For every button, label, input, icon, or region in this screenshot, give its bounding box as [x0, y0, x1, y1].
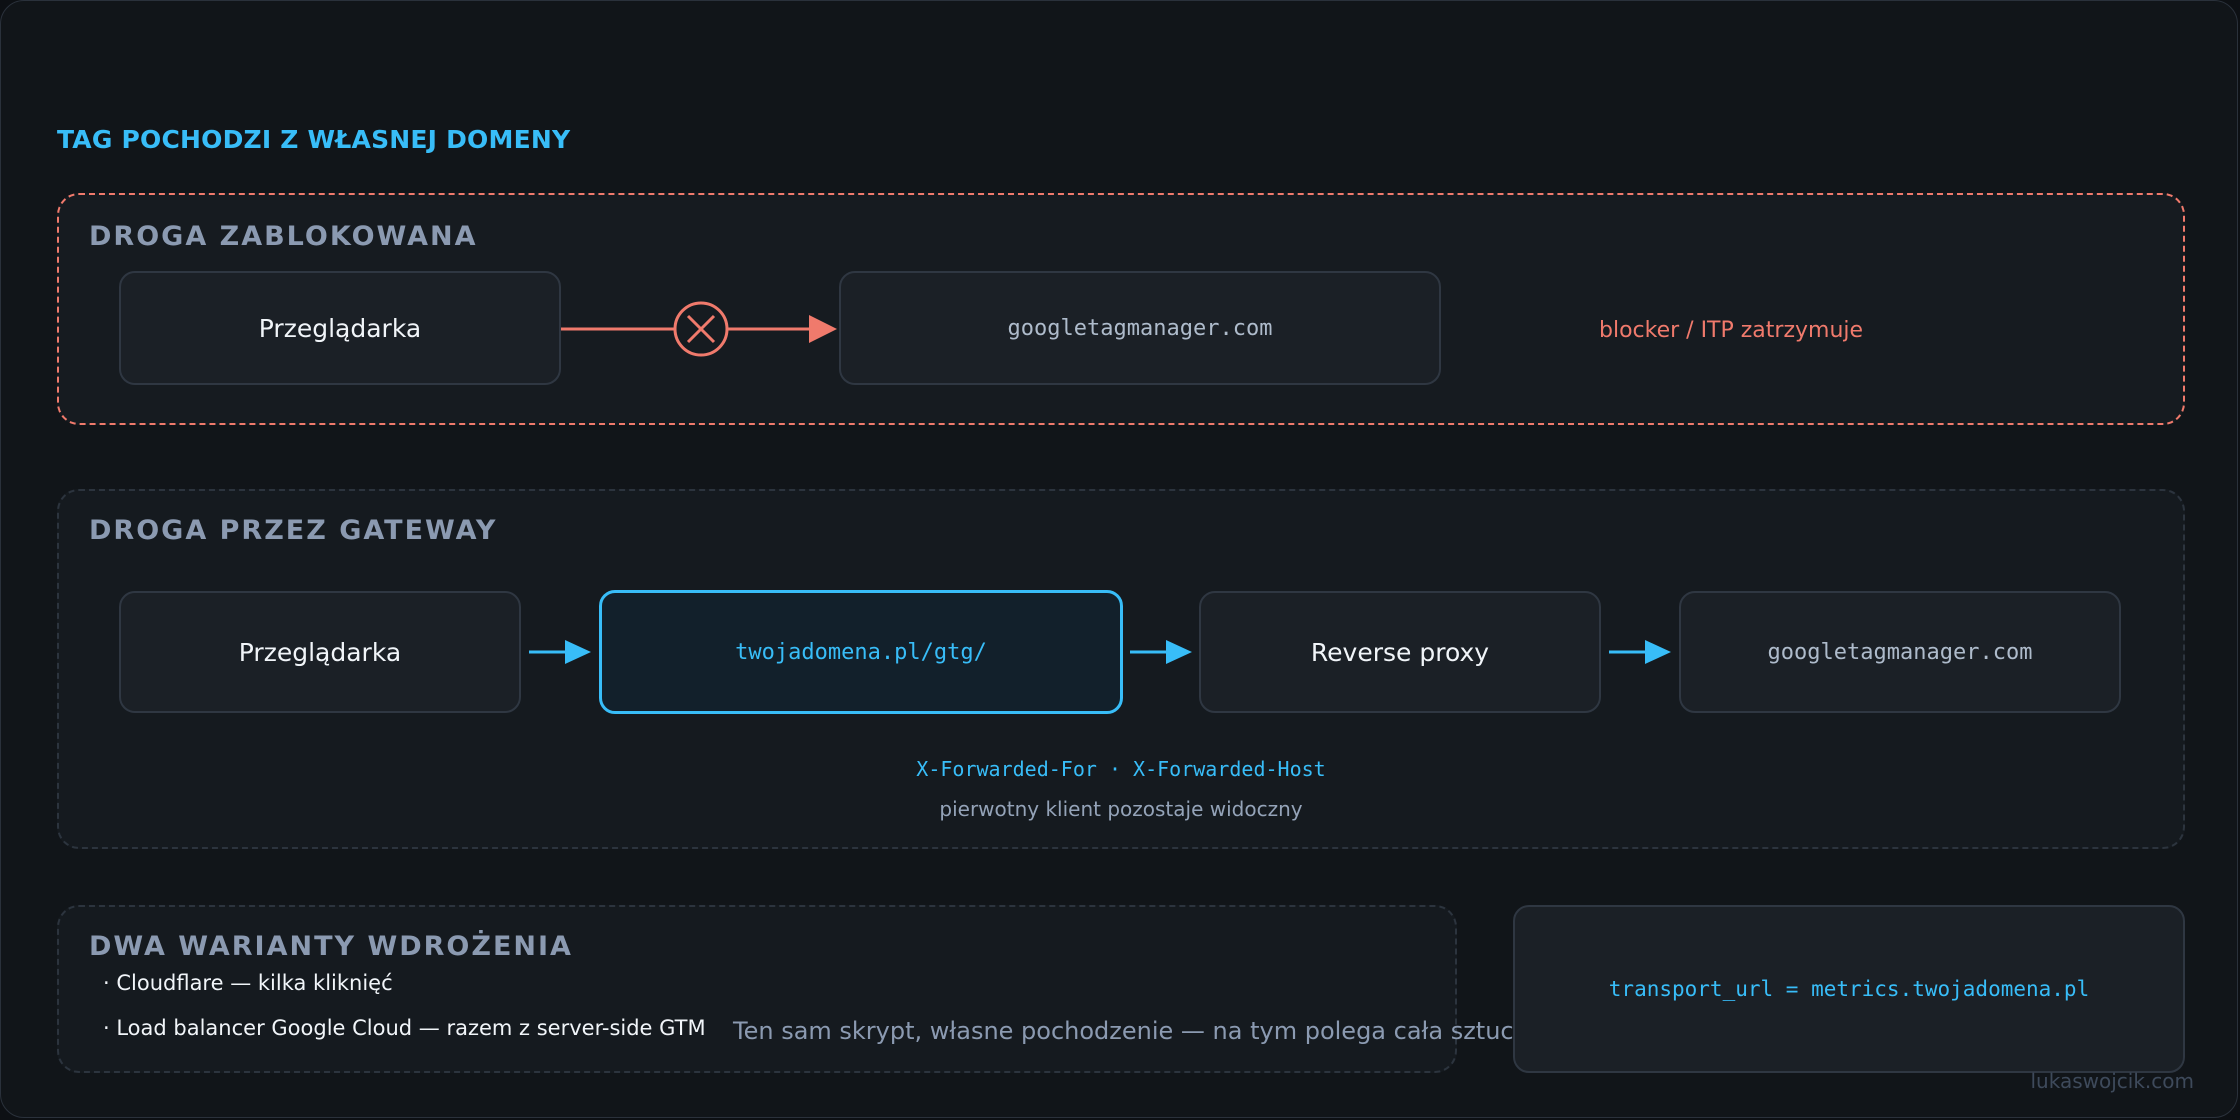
- transport-url-label: transport_url = metrics.twojadomena.pl: [1608, 977, 2090, 1001]
- blocked-target-label: googletagmanager.com: [1007, 315, 1273, 341]
- own-domain-node: twojadomena.pl/gtg/: [599, 590, 1123, 714]
- gateway-path-title: DROGA PRZEZ GATEWAY: [89, 515, 498, 546]
- gateway-browser-label: Przeglądarka: [238, 637, 402, 667]
- blocked-target-node: googletagmanager.com: [839, 271, 1441, 385]
- reverse-proxy-label: Reverse proxy: [1310, 637, 1490, 667]
- variant-item-load-balancer: · Load balancer Google Cloud — razem z s…: [103, 1016, 706, 1040]
- gateway-target-label: googletagmanager.com: [1767, 639, 2033, 665]
- own-domain-label: twojadomena.pl/gtg/: [735, 639, 987, 665]
- gateway-arrow-2: [1130, 640, 1192, 664]
- diagram-frame: TAG POCHODZI Z WŁASNEJ DOMENY DROGA ZABL…: [0, 0, 2238, 1118]
- diagram-headline: TAG POCHODZI Z WŁASNEJ DOMENY: [57, 125, 571, 154]
- reverse-proxy-node: Reverse proxy: [1199, 591, 1601, 713]
- forwarded-headers-note: pierwotny klient pozostaje widoczny: [939, 797, 1303, 821]
- variants-title: DWA WARIANTY WDROŻENIA: [89, 931, 573, 962]
- gateway-arrow-3: [1609, 640, 1671, 664]
- blocked-browser-node: Przeglądarka: [119, 271, 561, 385]
- footer-watermark: lukaswojcik.com: [2030, 1069, 2195, 1093]
- variant-item-cloudflare: · Cloudflare — kilka kliknięć: [103, 971, 393, 995]
- tagline: Ten sam skrypt, własne pochodzenie — na …: [733, 1017, 1555, 1045]
- gateway-browser-node: Przeglądarka: [119, 591, 521, 713]
- blocked-browser-label: Przeglądarka: [258, 313, 422, 343]
- transport-url-node: transport_url = metrics.twojadomena.pl: [1513, 905, 2185, 1073]
- forwarded-headers: X-Forwarded-For · X-Forwarded-Host: [916, 757, 1326, 781]
- blocked-note: blocker / ITP zatrzymuje: [1599, 318, 1864, 343]
- gateway-arrow-1: [529, 640, 591, 664]
- blocked-path-title: DROGA ZABLOKOWANA: [89, 221, 478, 252]
- blocked-arrow: [561, 301, 837, 357]
- gateway-target-node: googletagmanager.com: [1679, 591, 2121, 713]
